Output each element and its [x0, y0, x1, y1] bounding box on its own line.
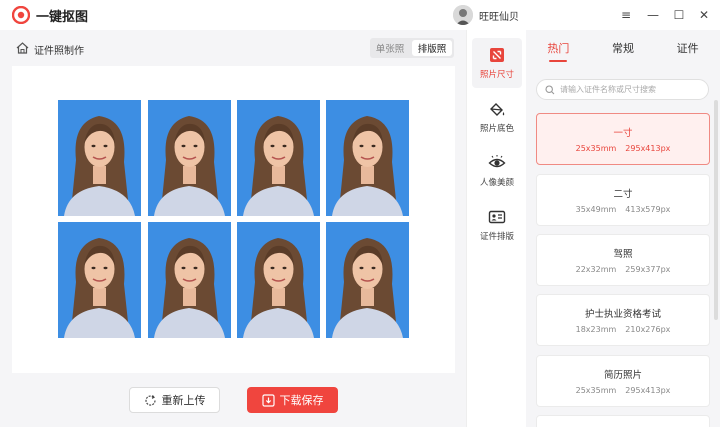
- single-photo-mode-button[interactable]: 单张照: [370, 38, 410, 58]
- size-option-dims: 25x35mm 295x413px: [575, 144, 671, 153]
- download-save-button[interactable]: 下载保存: [247, 387, 338, 413]
- id-photo: [58, 100, 141, 216]
- tool-label: 照片底色: [479, 124, 514, 134]
- size-option[interactable]: 二寸 35x49mm 413x579px: [536, 174, 710, 226]
- tab-certificate[interactable]: 证件: [655, 30, 720, 66]
- mode-toggle: 单张照 排版照: [370, 38, 454, 58]
- reupload-button[interactable]: 重新上传: [129, 387, 220, 413]
- app-title: 一键抠图: [36, 10, 89, 25]
- minimize-icon: —: [647, 8, 659, 22]
- id-photo: [148, 100, 231, 216]
- tool-photo-size[interactable]: 照片尺寸: [472, 38, 522, 88]
- id-card-icon: [488, 210, 506, 224]
- avatar[interactable]: [453, 5, 473, 25]
- breadcrumb[interactable]: 证件照制作: [34, 42, 84, 57]
- size-option-name: 一寸: [613, 128, 633, 139]
- save-label: 下载保存: [279, 394, 324, 407]
- size-option[interactable]: 一寸 25x35mm 295x413px: [536, 113, 710, 165]
- id-photo: [237, 222, 320, 338]
- size-category-tabs: 热门 常规 证件: [526, 30, 720, 66]
- layout-photo-mode-button[interactable]: 排版照: [412, 40, 452, 56]
- paint-bucket-icon: [490, 103, 505, 116]
- size-search-box[interactable]: [536, 79, 709, 100]
- tool-label: 照片尺寸: [479, 70, 514, 80]
- menu-button[interactable]: ≡: [616, 5, 636, 25]
- photo-sheet: [56, 99, 412, 341]
- size-search-input[interactable]: [560, 85, 700, 94]
- tool-label: 人像美颜: [479, 178, 514, 188]
- tab-popular[interactable]: 热门: [526, 30, 591, 66]
- tool-sidebar: 照片尺寸 照片底色 人像美颜 证件排版: [466, 30, 526, 427]
- tool-portrait-beauty[interactable]: 人像美颜: [472, 146, 522, 196]
- tab-regular[interactable]: 常规: [591, 30, 656, 66]
- maximize-button[interactable]: ☐: [669, 5, 689, 25]
- size-option-dims: 22x32mm 259x377px: [575, 265, 671, 274]
- title-bar: 一键抠图 旺旺仙贝 ≡ — ☐ ✕: [0, 0, 720, 30]
- size-option[interactable]: 护士执业资格考试 18x23mm 210x276px: [536, 294, 710, 346]
- home-icon[interactable]: [16, 42, 29, 54]
- id-photo: [326, 222, 409, 338]
- download-icon: [261, 393, 275, 407]
- size-option[interactable]: 简历照片 25x35mm 295x413px: [536, 355, 710, 407]
- size-list-scrollbar[interactable]: [714, 100, 718, 320]
- id-photo: [326, 100, 409, 216]
- id-photo: [237, 100, 320, 216]
- maximize-icon: ☐: [673, 8, 685, 22]
- size-option[interactable]: [536, 415, 710, 427]
- tool-id-layout[interactable]: 证件排版: [472, 200, 522, 250]
- app-logo-icon: [12, 6, 30, 24]
- size-option-name: 二寸: [613, 189, 633, 200]
- close-icon: ✕: [698, 8, 710, 22]
- size-option-name: 驾照: [613, 249, 633, 260]
- username[interactable]: 旺旺仙贝: [479, 8, 519, 23]
- refresh-icon: [144, 394, 156, 406]
- eye-icon: [488, 155, 506, 168]
- size-option-dims: 25x35mm 295x413px: [575, 386, 671, 395]
- crop-icon: [490, 48, 504, 62]
- menu-icon: ≡: [620, 8, 632, 22]
- search-icon: [545, 84, 555, 94]
- close-button[interactable]: ✕: [694, 5, 714, 25]
- size-option-name: 简历照片: [603, 370, 642, 381]
- reupload-label: 重新上传: [161, 394, 206, 407]
- minimize-button[interactable]: —: [643, 5, 663, 25]
- tool-label: 证件排版: [479, 232, 514, 242]
- size-option[interactable]: 驾照 22x32mm 259x377px: [536, 234, 710, 286]
- size-option-dims: 18x23mm 210x276px: [575, 325, 671, 334]
- size-option-name: 护士执业资格考试: [584, 309, 661, 320]
- id-photo: [58, 222, 141, 338]
- tool-background-color[interactable]: 照片底色: [472, 92, 522, 142]
- id-photo: [148, 222, 231, 338]
- size-option-dims: 35x49mm 413x579px: [575, 205, 671, 214]
